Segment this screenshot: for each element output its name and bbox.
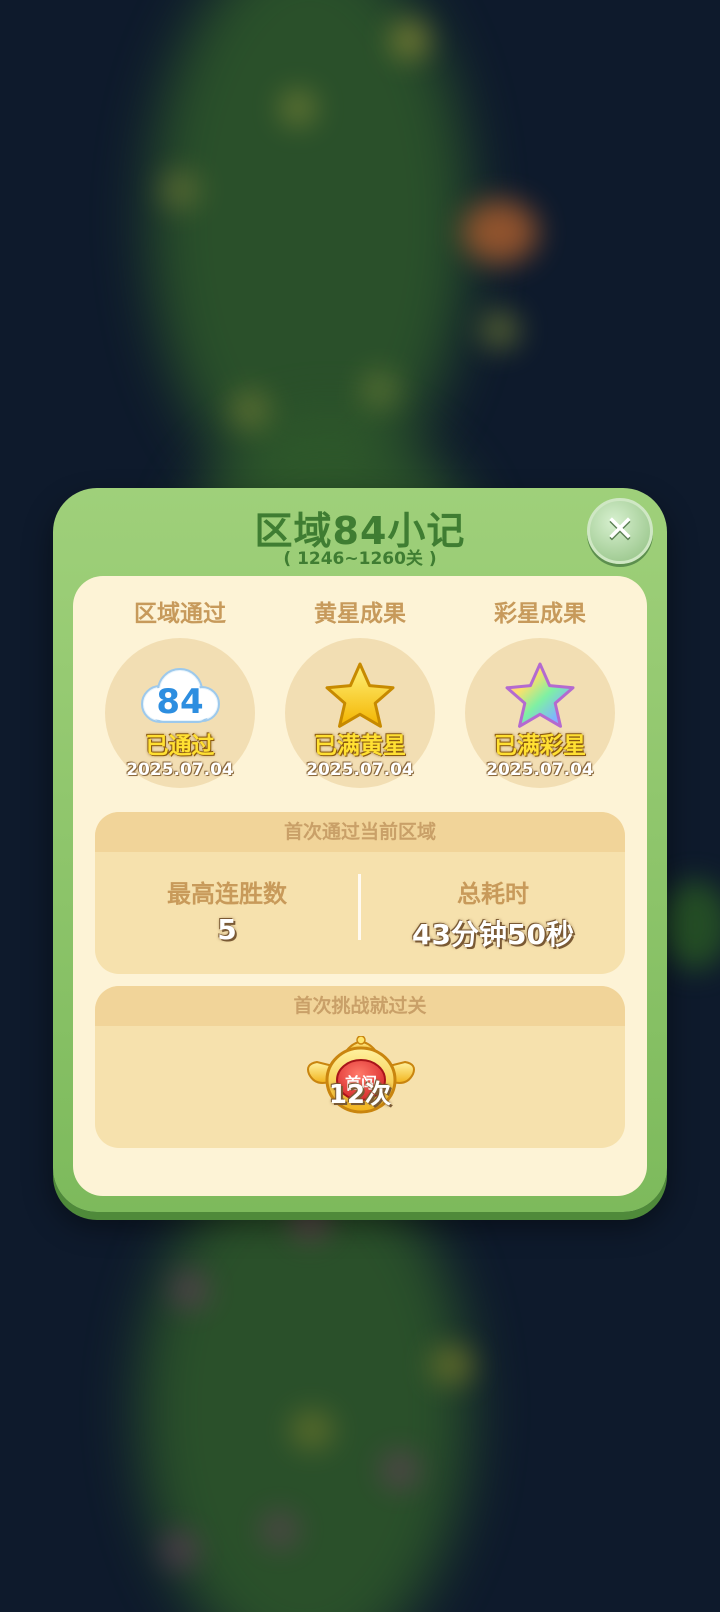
first-try-card: 首次挑战就过关 首闯 12次 xyxy=(95,986,625,1148)
achievement-label: 区域通过 xyxy=(134,601,226,627)
stat-total-time: 总耗时 43分钟50秒 xyxy=(363,874,623,953)
close-button[interactable]: ✕ xyxy=(587,498,653,564)
stat-value: 43分钟50秒 xyxy=(412,918,574,951)
stat-divider xyxy=(358,874,361,940)
stat-max-win-streak: 最高连胜数 5 xyxy=(97,874,357,946)
level-range-subtitle: ( 1246~1260关 ) xyxy=(283,549,437,569)
achievement-disc: 84 已通过 2025.07.04 xyxy=(105,638,255,788)
yellow-star-icon xyxy=(325,662,395,728)
achievement-status: 已满黄星 xyxy=(314,733,406,759)
rainbow-star-icon xyxy=(505,662,575,728)
first-try-header: 首次挑战就过关 xyxy=(95,986,625,1026)
achievement-status: 已通过 xyxy=(145,733,215,759)
stat-label: 总耗时 xyxy=(457,880,529,908)
cloud-region-number: 84 xyxy=(156,682,204,722)
modal-content-panel: 区域通过 84 已通过 2025.07.04 黄星成果 已满黄星 2025.07… xyxy=(73,576,647,1196)
achievement-date: 2025.07.04 xyxy=(126,760,234,780)
achievement-label: 彩星成果 xyxy=(494,601,586,627)
achievement-status: 已满彩星 xyxy=(494,733,586,759)
achievement-disc: 已满彩星 2025.07.04 xyxy=(465,638,615,788)
first-clear-header: 首次通过当前区域 xyxy=(95,812,625,852)
close-icon: ✕ xyxy=(604,509,636,550)
achievement-yellow-stars: 黄星成果 已满黄星 2025.07.04 xyxy=(285,594,435,788)
achievement-date: 2025.07.04 xyxy=(306,760,414,780)
achievement-disc: 已满黄星 2025.07.04 xyxy=(285,638,435,788)
region-summary-modal: 区域84小记 ( 1246~1260关 ) ✕ 区域通过 84 已通过 2025… xyxy=(53,488,667,1212)
first-try-count: 12次 xyxy=(328,1080,392,1110)
achievement-label: 黄星成果 xyxy=(314,601,406,627)
stat-value: 5 xyxy=(217,913,237,946)
first-clear-card: 首次通过当前区域 最高连胜数 5 总耗时 43分钟50秒 xyxy=(95,812,625,974)
achievement-rainbow-stars: 彩星成果 已满彩星 2025.07.04 xyxy=(465,594,615,788)
stat-label: 最高连胜数 xyxy=(167,880,287,908)
achievement-date: 2025.07.04 xyxy=(486,760,594,780)
achievement-region-cleared: 区域通过 84 已通过 2025.07.04 xyxy=(105,594,255,788)
